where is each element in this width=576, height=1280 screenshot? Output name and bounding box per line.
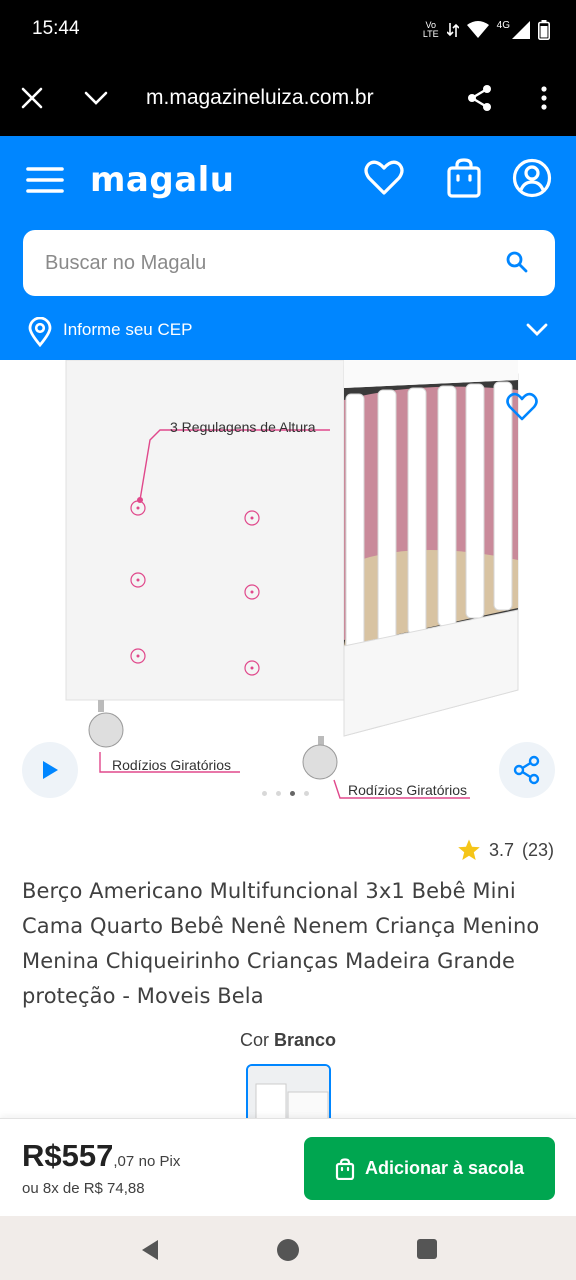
chevron-down-icon[interactable] — [80, 82, 112, 114]
share-product-button[interactable] — [499, 742, 555, 798]
search-input[interactable]: Buscar no Magalu — [23, 230, 555, 296]
installments: ou 8x de R$ 74,88 — [22, 1180, 145, 1197]
play-icon — [43, 761, 58, 779]
cep-link[interactable]: Informe seu CEP — [63, 320, 192, 340]
favorites-heart-icon[interactable] — [364, 160, 404, 201]
carousel-dot[interactable] — [262, 791, 267, 796]
product-title: Berço Americano Multifuncional 3x1 Bebê … — [22, 879, 540, 1008]
chevron-down-icon[interactable] — [526, 323, 548, 337]
shopping-bag-icon — [335, 1157, 355, 1180]
search-icon[interactable] — [505, 250, 529, 274]
share-icon[interactable] — [464, 82, 496, 114]
rating-score: 3.7 — [488, 839, 514, 860]
location-pin-icon — [28, 317, 52, 347]
color-selector-label: Cor Branco — [239, 1030, 337, 1050]
price: R$557,07 no Pix — [22, 1138, 180, 1174]
product-image[interactable]: 3 Regulagens de Altura Rodízios Giratóri… — [0, 360, 576, 810]
wifi-icon — [466, 21, 489, 38]
share-icon — [513, 755, 540, 785]
image-label-wheels: Rodízios Giratórios — [112, 757, 232, 773]
system-nav-bar — [0, 1216, 576, 1280]
image-label-wheels: Rodízios Giratórios — [348, 782, 468, 798]
battery-icon — [538, 20, 550, 40]
rating-count: (23) — [521, 839, 554, 860]
carousel-dot[interactable] — [276, 791, 281, 796]
image-label-heights: 3 Regulagens de Altura — [170, 419, 316, 435]
selected-color: Branco — [274, 1030, 337, 1050]
carousel-dot-active[interactable] — [290, 791, 295, 796]
search-placeholder: Buscar no Magalu — [45, 252, 207, 274]
price-main: R$557 — [22, 1138, 114, 1173]
product-rating[interactable]: 3.7 (23) — [457, 838, 554, 862]
star-icon — [458, 839, 480, 860]
status-bar: 15:44 Vo LTE 4G — [0, 0, 576, 60]
network-icon: 4G — [497, 21, 530, 39]
favorite-heart-icon[interactable] — [506, 392, 538, 422]
url-bar[interactable]: m.magazineluiza.com.br — [146, 86, 374, 110]
data-transfer-icon — [446, 23, 459, 37]
home-icon[interactable] — [276, 1238, 300, 1262]
volte-icon: Vo LTE — [422, 20, 439, 39]
close-tab-icon[interactable] — [16, 82, 48, 114]
status-time: 15:44 — [32, 18, 80, 39]
video-play-button[interactable] — [22, 742, 78, 798]
magalu-logo[interactable]: magalu — [90, 160, 235, 200]
color-swatch[interactable] — [246, 1064, 331, 1124]
account-icon[interactable] — [512, 158, 552, 203]
carousel-dot[interactable] — [304, 791, 309, 796]
status-icons: Vo LTE 4G — [423, 18, 550, 42]
add-to-bag-button[interactable]: Adicionar à sacola — [304, 1137, 555, 1200]
add-to-bag-label: Adicionar à sacola — [364, 1158, 525, 1178]
price-suffix: no Pix — [138, 1153, 181, 1170]
browser-toolbar: m.magazineluiza.com.br — [0, 60, 576, 136]
shopping-bag-icon[interactable] — [446, 158, 482, 203]
price-cents: ,07 — [113, 1153, 135, 1170]
more-options-icon[interactable] — [528, 82, 560, 114]
back-icon[interactable] — [138, 1238, 162, 1262]
recents-icon[interactable] — [416, 1238, 438, 1260]
menu-icon[interactable] — [26, 166, 64, 199]
carousel-dots — [262, 791, 309, 796]
